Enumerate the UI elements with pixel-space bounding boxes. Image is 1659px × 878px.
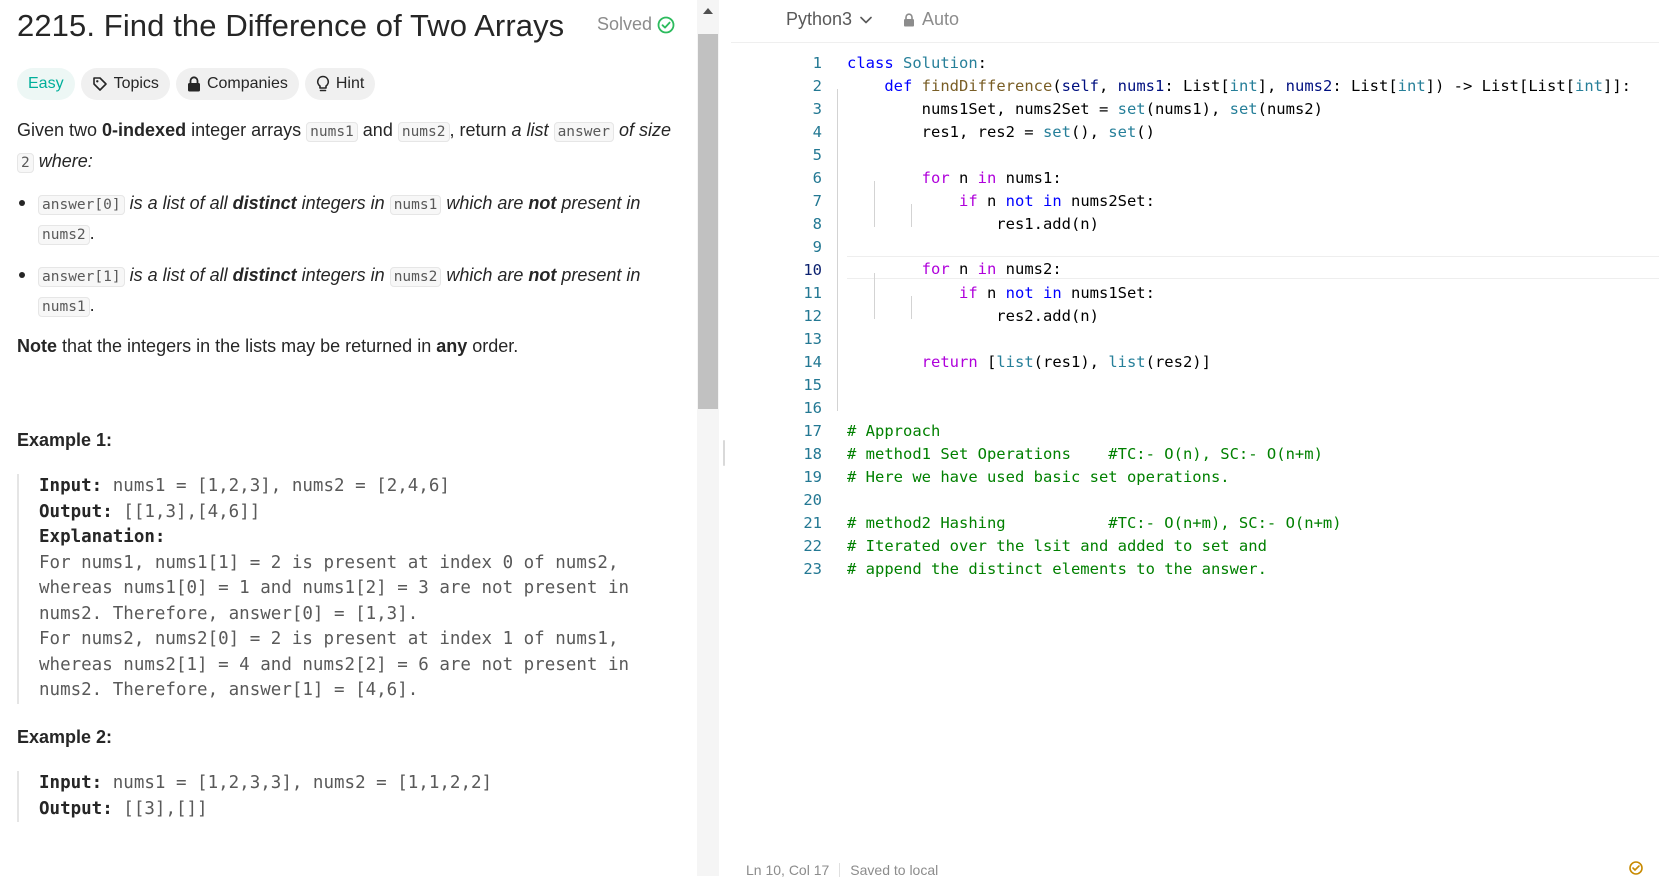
line-number: 22 — [803, 537, 822, 555]
topics-label: Topics — [113, 75, 159, 92]
code-inline: nums1 — [306, 122, 358, 142]
lock-icon — [187, 76, 200, 92]
code-line-11: if n not in nums1Set: — [958, 284, 1155, 302]
code-line-3: nums1Set, nums2Set = set(nums1), set(num… — [847, 100, 1323, 118]
line-number: 5 — [812, 146, 822, 164]
code-line-19: # Here we have used basic set operations… — [847, 468, 1230, 486]
line-number: 20 — [803, 491, 822, 509]
line-number: 4 — [812, 123, 822, 141]
list-item: answer[0] is a list of all distinct inte… — [17, 189, 677, 249]
hint-button[interactable]: Hint — [304, 68, 376, 100]
solved-status: Solved — [597, 14, 675, 35]
line-number: 17 — [803, 422, 822, 440]
lock-icon — [904, 12, 914, 26]
line-number: 6 — [812, 169, 822, 187]
code-line-23: # append the distinct elements to the an… — [847, 560, 1267, 578]
language-label: Python3 — [786, 9, 853, 29]
language-selector[interactable]: Python3 — [786, 9, 872, 30]
code-line-22: # Iterated over the lsit and added to se… — [847, 537, 1267, 555]
line-number: 15 — [803, 376, 822, 394]
code-line-2: def findDifference(self, nums1: List[int… — [884, 77, 1631, 95]
scrollbar-thumb[interactable] — [698, 34, 718, 409]
line-number: 16 — [803, 399, 822, 417]
code-line-17: # Approach — [847, 422, 941, 440]
line-number: 3 — [812, 100, 822, 118]
description-scrollbar[interactable] — [697, 0, 719, 876]
difficulty-badge[interactable]: Easy — [17, 68, 75, 100]
code-line-14: return [list(res1), list(res2)] — [921, 353, 1211, 371]
line-number: 12 — [803, 307, 822, 325]
code-line-12: res2.add(n) — [847, 307, 1099, 325]
tag-bar: Easy Topics Companies Hint — [17, 68, 376, 100]
code-line-18: # method1 Set Operations #TC:- O(n), SC:… — [847, 445, 1323, 463]
line-number: 9 — [812, 238, 822, 256]
lightbulb-icon — [316, 75, 329, 92]
tag-icon — [92, 77, 107, 91]
example-2-block: Input: nums1 = [1,2,3,3], nums2 = [1,1,2… — [17, 771, 697, 822]
problem-description-pane: 2215. Find the Difference of Two Arrays … — [0, 0, 697, 876]
auto-label: Auto — [922, 9, 960, 29]
problem-statement: Given two 0-indexed integer arrays nums1… — [17, 120, 671, 173]
code-line-10: for n in nums2: — [921, 260, 1062, 278]
problem-title: 2215. Find the Difference of Two Arrays — [17, 8, 565, 43]
hint-label: Hint — [335, 75, 365, 92]
line-number: 10 — [803, 261, 822, 279]
line-number: 8 — [812, 215, 822, 233]
line-number: 21 — [803, 514, 822, 532]
line-number: 1 — [812, 54, 822, 72]
code-line-1: class Solution: — [847, 54, 988, 72]
code-line-4: res1, res2 = set(), set() — [847, 123, 1155, 141]
editor-toolbar: Python3 Auto — [731, 0, 1659, 43]
difficulty-label: Easy — [28, 75, 64, 92]
constraint-list: answer[0] is a list of all distinct inte… — [17, 189, 677, 333]
code-line-7: if n not in nums2Set: — [958, 192, 1155, 210]
line-number: 7 — [812, 192, 822, 210]
chevron-down-icon — [860, 16, 872, 23]
example-1-block: Input: nums1 = [1,2,3], nums2 = [2,4,6] … — [17, 474, 697, 704]
check-circle-icon — [657, 16, 675, 33]
drag-handle-icon[interactable] — [723, 440, 725, 466]
line-number: 11 — [803, 284, 822, 302]
title-row: 2215. Find the Difference of Two Arrays … — [17, 6, 687, 50]
line-number: 23 — [803, 560, 822, 578]
line-number: 13 — [803, 330, 822, 348]
topics-button[interactable]: Topics — [80, 68, 170, 100]
reset-settings-icon[interactable] — [1627, 858, 1645, 876]
companies-label: Companies — [206, 75, 288, 92]
line-number: 19 — [803, 468, 822, 486]
scroll-up-arrow-icon[interactable] — [703, 8, 713, 14]
line-number: 14 — [803, 353, 822, 371]
code-line-6: for n in nums1: — [921, 169, 1062, 187]
code-line-8: res1.add(n) — [847, 215, 1099, 233]
list-item: answer[1] is a list of all distinct inte… — [17, 261, 677, 321]
example-1-heading: Example 1: — [17, 430, 113, 450]
code-editor[interactable]: Python3 Auto 1 2 3 4 5 6 7 8 9 10 11 12 13 14 15 16 17 18… — [731, 0, 1659, 878]
solved-label: Solved — [596, 14, 652, 34]
code-line-21: # method2 Hashing #TC:- O(n+m), SC:- O(n… — [847, 514, 1342, 532]
example-2-heading: Example 2: — [17, 727, 113, 747]
code-inline: 2 — [17, 153, 34, 173]
auto-mode-toggle[interactable]: Auto — [903, 9, 959, 30]
line-number: 18 — [803, 445, 822, 463]
indent-guide — [837, 89, 838, 411]
companies-button[interactable]: Companies — [175, 68, 299, 100]
code-inline: answer — [553, 122, 614, 142]
line-number: 2 — [812, 77, 822, 95]
note-text: Note that the integers in the lists may … — [17, 336, 519, 356]
code-inline: nums2 — [397, 122, 450, 142]
